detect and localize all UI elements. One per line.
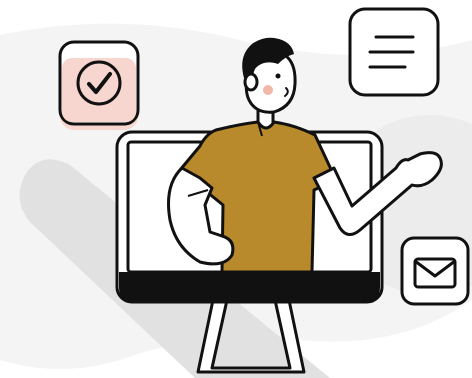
monitor-bezel: [119, 272, 380, 302]
menu-card: [348, 7, 440, 97]
person-in-monitor-illustration: [0, 0, 472, 378]
check-card: [58, 40, 140, 130]
mail-card: [400, 236, 470, 306]
eye: [275, 73, 281, 79]
blush: [263, 85, 273, 95]
illustration-svg: [0, 7, 472, 378]
